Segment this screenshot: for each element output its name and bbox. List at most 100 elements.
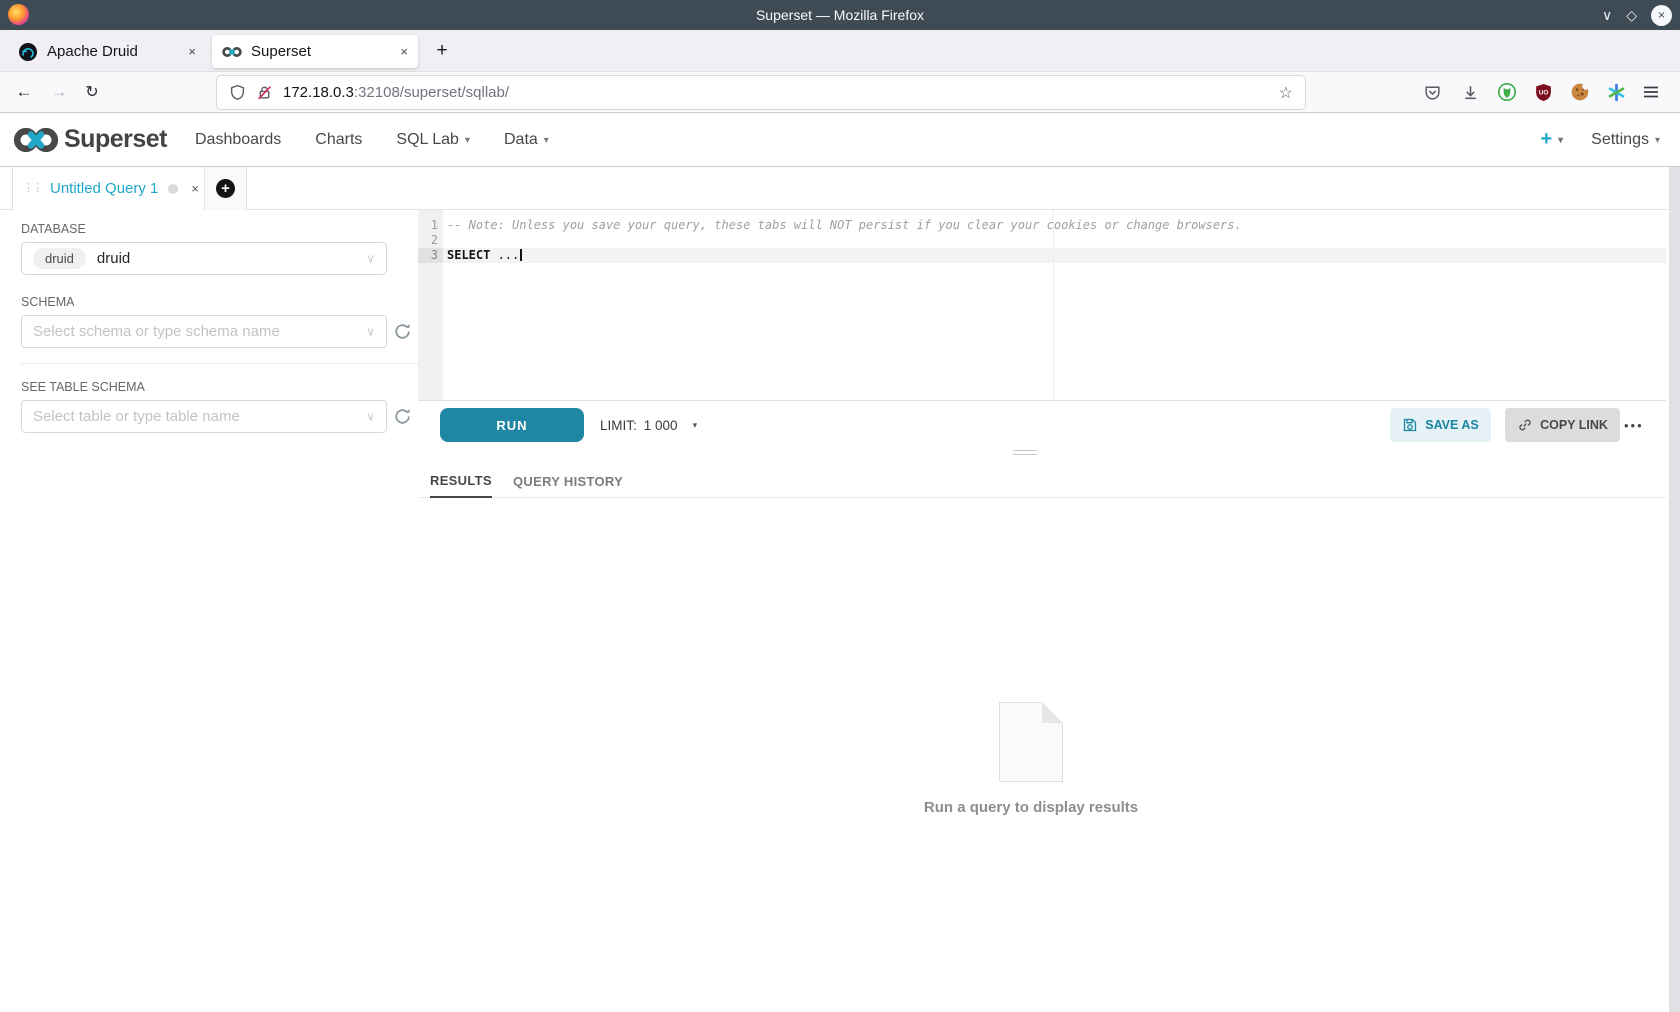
nav-item-dashboards[interactable]: Dashboards	[195, 131, 281, 149]
url-host: 172.18.0.3	[283, 84, 354, 101]
line-number: 2	[418, 233, 443, 248]
browser-tab-title: Superset	[251, 43, 311, 60]
copy-link-button[interactable]: COPY LINK	[1505, 408, 1620, 442]
pocket-icon[interactable]	[1419, 72, 1445, 112]
plus-circle-icon: +	[216, 179, 235, 198]
window-titlebar: Superset — Mozilla Firefox ∨ ◇ ×	[0, 0, 1680, 30]
ublock-origin-icon[interactable]: UO	[1530, 72, 1556, 112]
editor-toolbar: RUN LIMIT: 1 000 ▾ SAVE AS COPY LINK •••	[418, 400, 1666, 447]
superset-logo-icon	[13, 126, 59, 154]
downloads-icon[interactable]	[1457, 72, 1483, 112]
run-button[interactable]: RUN	[440, 408, 584, 442]
settings-menu[interactable]: Settings ▾	[1591, 131, 1660, 149]
sql-rest: ...	[490, 248, 519, 262]
active-line-highlight	[418, 248, 1666, 263]
database-engine-tag: druid	[33, 248, 86, 269]
query-tab-bar: ⋮⋮ Untitled Query 1 × +	[0, 167, 1680, 210]
refresh-tables-button[interactable]	[393, 407, 412, 426]
insecure-lock-icon[interactable]	[256, 84, 273, 101]
table-select[interactable]: Select table or type table name ∨	[21, 400, 387, 433]
superset-brand[interactable]: Superset	[13, 125, 167, 154]
bookmark-star-icon[interactable]: ☆	[1279, 83, 1293, 103]
table-placeholder: Select table or type table name	[33, 408, 240, 425]
url-text: 172.18.0.3:32108/superset/sqllab/	[283, 84, 509, 101]
sidebar-divider	[21, 363, 430, 364]
line-number: 3	[418, 248, 443, 263]
tracking-shield-icon[interactable]	[229, 84, 246, 101]
schema-placeholder: Select schema or type schema name	[33, 323, 280, 340]
druid-favicon	[18, 42, 38, 62]
tab-query-history[interactable]: QUERY HISTORY	[513, 464, 623, 498]
browser-tabstrip: Apache Druid × Superset × +	[0, 30, 1680, 72]
nav-item-data[interactable]: Data ▾	[504, 131, 549, 149]
firefox-logo-icon	[8, 4, 29, 25]
print-margin-line	[1053, 210, 1054, 400]
caret-down-icon: ▾	[544, 133, 549, 146]
chevron-down-icon: ∨	[366, 409, 375, 423]
forward-button[interactable]: →	[45, 72, 73, 112]
page-scrollbar[interactable]	[1669, 167, 1680, 1012]
sql-comment-line: -- Note: Unless you save your query, the…	[447, 218, 1242, 233]
save-as-button[interactable]: SAVE AS	[1390, 408, 1491, 442]
back-button[interactable]: ←	[10, 72, 38, 112]
reload-button[interactable]: ↻	[78, 72, 106, 112]
empty-document-icon	[999, 702, 1063, 782]
limit-dropdown[interactable]: LIMIT: 1 000 ▾	[600, 408, 697, 442]
browser-tab-apache-druid[interactable]: Apache Druid ×	[8, 35, 206, 68]
empty-state-text: Run a query to display results	[418, 799, 1644, 816]
results-tab-bar: RESULTS QUERY HISTORY	[418, 464, 1666, 498]
window-maximize-button[interactable]: ◇	[1626, 8, 1637, 22]
query-tab-close-icon[interactable]: ×	[191, 181, 199, 196]
window-minimize-button[interactable]: ∨	[1602, 8, 1612, 22]
limit-label: LIMIT:	[600, 418, 637, 433]
caret-down-icon: ▾	[1558, 133, 1563, 146]
save-icon	[1402, 417, 1418, 433]
database-select[interactable]: druid druid ∨	[21, 242, 387, 275]
text-cursor	[520, 249, 522, 261]
table-schema-label: SEE TABLE SCHEMA	[21, 380, 145, 394]
caret-down-icon: ▾	[693, 420, 698, 431]
sql-editor[interactable]: 1 2 3 -- Note: Unless you save your quer…	[418, 210, 1666, 400]
unsaved-indicator-dot	[168, 184, 178, 194]
svg-text:UO: UO	[1538, 89, 1548, 96]
cookie-extension-icon[interactable]	[1567, 72, 1593, 112]
limit-value: 1 000	[644, 418, 678, 433]
chevron-down-icon: ∨	[366, 251, 375, 265]
chevron-down-icon: ∨	[366, 324, 375, 338]
url-bar[interactable]: 172.18.0.3:32108/superset/sqllab/ ☆	[217, 76, 1305, 109]
drag-handle-icon[interactable]: ⋮⋮	[23, 183, 41, 194]
refresh-schemas-button[interactable]	[393, 322, 412, 341]
more-actions-button[interactable]: •••	[1624, 408, 1644, 442]
extension-icon-asterisk[interactable]	[1603, 72, 1629, 112]
nav-item-sql-lab[interactable]: SQL Lab ▾	[396, 131, 470, 149]
schema-select[interactable]: Select schema or type schema name ∨	[21, 315, 387, 348]
link-icon	[1517, 417, 1533, 433]
hamburger-menu-icon[interactable]	[1638, 72, 1664, 112]
window-close-button[interactable]: ×	[1651, 5, 1672, 26]
superset-navbar: Superset Dashboards Charts SQL Lab ▾ Dat…	[0, 113, 1680, 167]
browser-toolbar: ← → ↻ 172.18.0.3:32108/superset/sqllab/ …	[0, 72, 1680, 113]
sql-keyword: SELECT	[447, 248, 490, 262]
query-tab-title: Untitled Query 1	[50, 180, 158, 197]
new-tab-button[interactable]: +	[429, 38, 455, 64]
browser-tab-superset[interactable]: Superset ×	[212, 35, 418, 68]
extension-icon-green[interactable]	[1494, 72, 1520, 112]
line-number: 1	[418, 218, 443, 233]
browser-tab-title: Apache Druid	[47, 43, 138, 60]
caret-down-icon: ▾	[1655, 133, 1660, 146]
database-label: DATABASE	[21, 222, 86, 236]
brand-name: Superset	[64, 125, 167, 154]
pane-resize-handle[interactable]	[1013, 450, 1037, 455]
tab-results[interactable]: RESULTS	[430, 464, 492, 498]
sql-code-line: SELECT ...	[447, 248, 522, 263]
nav-item-charts[interactable]: Charts	[315, 131, 362, 149]
tab-close-icon[interactable]: ×	[390, 44, 408, 59]
schema-label: SCHEMA	[21, 295, 74, 309]
window-title: Superset — Mozilla Firefox	[0, 7, 1680, 23]
query-tab-untitled[interactable]: ⋮⋮ Untitled Query 1 ×	[12, 167, 205, 210]
add-query-tab[interactable]: +	[205, 167, 247, 210]
database-value: druid	[97, 250, 130, 267]
tab-close-icon[interactable]: ×	[178, 44, 196, 59]
new-item-button[interactable]: + ▾	[1540, 128, 1563, 151]
url-path: :32108/superset/sqllab/	[354, 84, 509, 101]
